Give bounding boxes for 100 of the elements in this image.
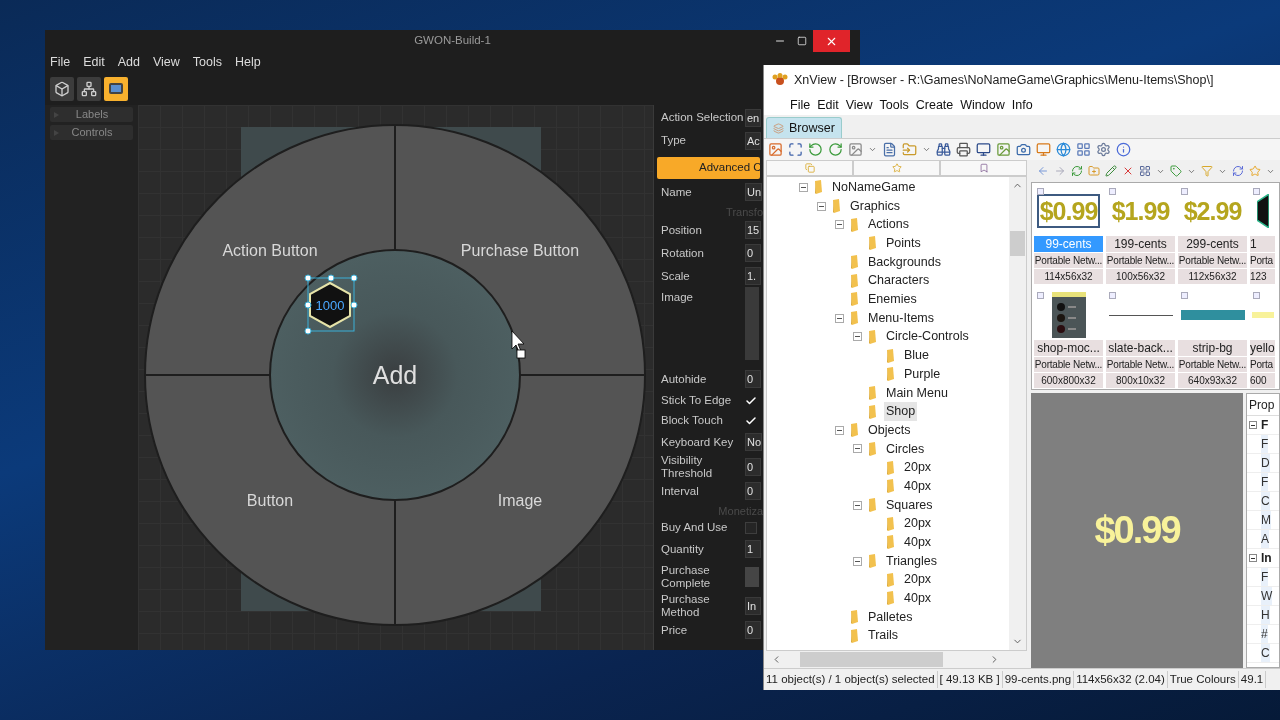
tree-item[interactable]: Actions [866, 215, 911, 235]
tree-item[interactable]: Backgrounds [866, 252, 943, 272]
file-name[interactable]: 299-cents [1178, 236, 1247, 252]
property-field[interactable]: 1 [745, 540, 761, 559]
scroll-thumb[interactable] [800, 652, 943, 667]
property-field[interactable]: 0 [745, 244, 761, 263]
tree-item[interactable]: 20px [902, 570, 934, 590]
checkbox[interactable] [745, 414, 757, 427]
tree-item[interactable]: Menu-Items [866, 308, 936, 328]
tree-item[interactable]: Circle-Controls [884, 327, 971, 347]
back-icon[interactable] [1037, 165, 1049, 177]
grid-icon[interactable] [1076, 142, 1091, 157]
tree-item[interactable]: Enemies [866, 290, 919, 309]
tree-item[interactable]: 40px [902, 589, 934, 608]
property-field[interactable]: No [745, 433, 763, 452]
tree-item[interactable]: Circles [884, 439, 927, 459]
image-icon[interactable] [996, 142, 1011, 157]
menu-item[interactable]: Edit [83, 52, 105, 72]
rotate-right-icon[interactable] [828, 142, 843, 157]
tool-button[interactable] [50, 76, 74, 101]
caret-icon[interactable] [868, 145, 877, 154]
property-field[interactable]: Ac [745, 131, 761, 150]
collapse-toggle[interactable] [853, 332, 862, 342]
property-field[interactable]: 0 [745, 457, 761, 476]
property-field[interactable]: 0 [745, 370, 761, 389]
file-name[interactable]: 1 [1250, 236, 1275, 252]
tool-button[interactable] [77, 76, 101, 101]
scrollbar[interactable] [1009, 177, 1026, 650]
tree-item[interactable]: Blue [902, 346, 932, 365]
tree-item[interactable]: Purple [902, 364, 943, 384]
menu-item[interactable]: Edit [817, 95, 839, 115]
globe-icon[interactable] [1056, 142, 1071, 157]
caret-icon[interactable] [922, 145, 931, 154]
menu-item[interactable]: Window [960, 95, 1005, 115]
collapse-toggle[interactable] [1249, 421, 1257, 429]
menu-item[interactable]: Add [117, 52, 140, 72]
info-icon[interactable] [1116, 142, 1131, 157]
image-icon[interactable] [768, 142, 783, 157]
tree-item[interactable]: 20px [902, 458, 934, 478]
folder-icon[interactable] [902, 142, 917, 157]
tree-item[interactable]: Points [884, 234, 923, 253]
tree-item[interactable]: Squares [884, 495, 935, 515]
refresh-icon[interactable] [1232, 165, 1244, 177]
image-icon[interactable] [848, 142, 863, 157]
settings-icon[interactable] [1096, 142, 1111, 157]
tree-item[interactable]: Objects [866, 420, 913, 440]
checkbox[interactable] [1037, 188, 1044, 195]
tool-button[interactable] [104, 76, 128, 101]
property-field[interactable]: 0 [745, 621, 761, 640]
binoculars-icon[interactable] [936, 142, 951, 157]
collapse-toggle[interactable] [853, 444, 862, 454]
property-field[interactable]: 15 [745, 221, 761, 240]
checkbox[interactable] [1037, 292, 1044, 299]
close-icon[interactable] [1122, 165, 1134, 177]
collapse-toggle[interactable] [853, 500, 862, 510]
tree-item[interactable]: 20px [902, 514, 934, 534]
color-swatch[interactable] [745, 566, 759, 587]
collapse-toggle[interactable] [799, 182, 808, 192]
refresh-icon[interactable] [1071, 165, 1083, 177]
file-name[interactable]: yello [1250, 340, 1275, 356]
hexagon-badge[interactable]: 1000 [309, 281, 351, 329]
checkbox[interactable] [1181, 292, 1188, 299]
checkbox[interactable] [1109, 188, 1116, 195]
monitor-icon[interactable] [976, 142, 991, 157]
menu-item[interactable]: File [790, 95, 811, 115]
grid-icon[interactable] [1139, 165, 1151, 177]
checkbox[interactable] [745, 521, 757, 534]
document-icon[interactable] [882, 142, 897, 157]
filter-icon[interactable] [1201, 165, 1213, 177]
file-name[interactable]: shop-moc... [1034, 340, 1103, 356]
menu-item[interactable]: View [152, 52, 180, 72]
file-name[interactable]: slate-back... [1106, 340, 1175, 356]
tree-item[interactable]: NoNameGame [830, 177, 918, 197]
menu-item[interactable]: Create [915, 95, 954, 115]
menu-item[interactable]: Info [1011, 95, 1033, 115]
tree-item[interactable]: Characters [866, 271, 932, 291]
selection-handles[interactable] [304, 274, 358, 335]
property-field[interactable]: en [745, 108, 761, 127]
menu-item[interactable]: Help [235, 52, 261, 72]
checkbox[interactable] [1253, 292, 1260, 299]
tree-item[interactable]: Main Menu [884, 383, 950, 403]
tree-item[interactable]: Palletes [866, 607, 915, 627]
tree-item[interactable]: 40px [902, 476, 934, 496]
pencil-icon[interactable] [1105, 165, 1117, 177]
printer-icon[interactable] [956, 142, 971, 157]
property-field[interactable]: 1. [745, 267, 761, 286]
camera-icon[interactable] [1016, 142, 1031, 157]
checkbox[interactable] [745, 394, 757, 407]
checkbox[interactable] [1253, 188, 1260, 195]
tag-icon[interactable] [1170, 165, 1182, 177]
fit-icon[interactable] [788, 142, 803, 157]
property-field[interactable]: In [745, 596, 761, 615]
file-name[interactable]: strip-bg [1178, 340, 1247, 356]
menu-item[interactable]: View [845, 95, 873, 115]
star-icon[interactable] [1249, 165, 1261, 177]
collapse-toggle[interactable] [835, 220, 844, 230]
properties-header[interactable]: Prop [1247, 394, 1279, 416]
tree-item[interactable]: 40px [902, 533, 934, 552]
tree-item[interactable]: Triangles [884, 551, 939, 571]
collapse-toggle[interactable] [817, 201, 826, 211]
